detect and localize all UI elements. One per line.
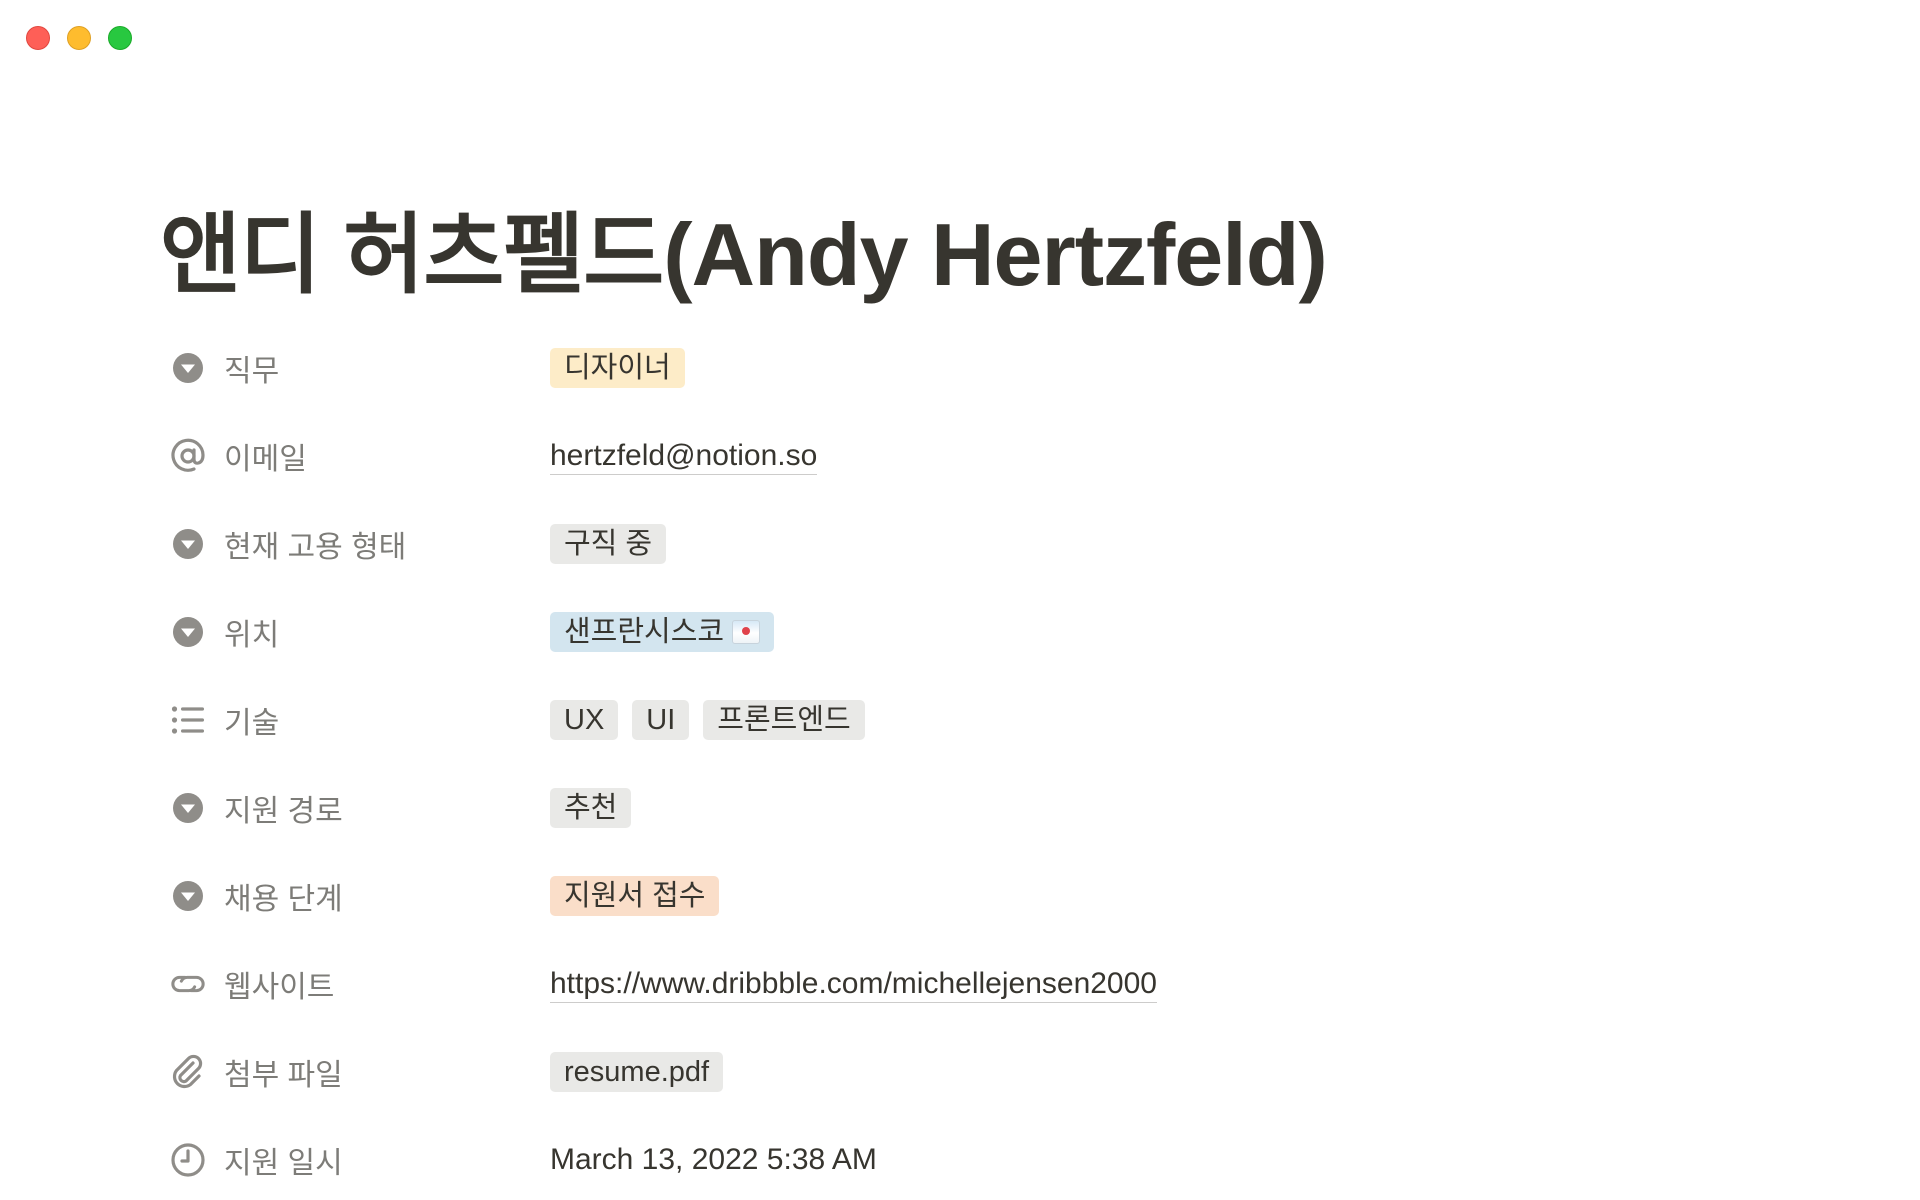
property-label[interactable]: 위치 <box>160 604 550 660</box>
property-label[interactable]: 웹사이트 <box>160 956 550 1012</box>
page-title[interactable]: 앤디 허츠펠드(Andy Hertzfeld) <box>160 200 1760 310</box>
property-value[interactable]: 추천 <box>550 788 632 828</box>
tag-skill[interactable]: 프론트엔드 <box>703 700 865 740</box>
property-row-attachment[interactable]: 첨부 파일 resume.pdf <box>160 1044 1760 1100</box>
property-label[interactable]: 기술 <box>160 692 550 748</box>
tag-skill[interactable]: UI <box>632 700 690 740</box>
tag-source[interactable]: 추천 <box>550 788 632 828</box>
bridge-image-icon <box>732 620 761 644</box>
website-link[interactable]: https://www.dribbble.com/michellejensen2… <box>550 966 1157 1003</box>
paperclip-icon <box>170 1054 206 1090</box>
property-row-email[interactable]: 이메일 hertzfeld@notion.so <box>160 428 1760 484</box>
window-controls <box>26 26 132 50</box>
property-label-text: 위치 <box>224 619 280 652</box>
property-value[interactable]: 샌프란시스코 <box>550 612 775 652</box>
property-row-website[interactable]: 웹사이트 https://www.dribbble.com/michelleje… <box>160 956 1760 1012</box>
clock-icon <box>170 1142 206 1178</box>
property-row-employment-status[interactable]: 현재 고용 형태 구직 중 <box>160 516 1760 572</box>
property-label[interactable]: 지원 경로 <box>160 780 550 836</box>
property-label-text: 기술 <box>224 707 280 740</box>
tag-skill[interactable]: UX <box>550 700 619 740</box>
property-value[interactable]: UX UI 프론트엔드 <box>550 700 865 740</box>
property-value: March 13, 2022 5:38 AM <box>550 1143 877 1177</box>
property-label-text: 웹사이트 <box>224 971 335 1004</box>
applied-time-value: March 13, 2022 5:38 AM <box>550 1143 877 1176</box>
page-content: 앤디 허츠펠드(Andy Hertzfeld) 직무 디자이너 이메일 hert… <box>160 200 1760 1180</box>
property-label[interactable]: 직무 <box>160 340 550 396</box>
property-label-text: 채용 단계 <box>224 883 343 916</box>
close-window-button[interactable] <box>26 26 50 50</box>
property-row-applied-time[interactable]: 지원 일시 March 13, 2022 5:38 AM <box>160 1132 1760 1188</box>
property-label[interactable]: 지원 일시 <box>160 1132 550 1188</box>
tag-hiring-stage[interactable]: 지원서 접수 <box>550 876 720 916</box>
property-label[interactable]: 이메일 <box>160 428 550 484</box>
select-icon <box>170 350 206 386</box>
property-row-location[interactable]: 위치 샌프란시스코 <box>160 604 1760 660</box>
email-link[interactable]: hertzfeld@notion.so <box>550 438 818 475</box>
property-label-text: 현재 고용 형태 <box>224 531 407 564</box>
select-icon <box>170 614 206 650</box>
property-label[interactable]: 현재 고용 형태 <box>160 516 550 572</box>
property-label-text: 직무 <box>224 355 280 388</box>
property-row-skills[interactable]: 기술 UX UI 프론트엔드 <box>160 692 1760 748</box>
property-value[interactable]: 구직 중 <box>550 524 667 564</box>
zoom-window-button[interactable] <box>108 26 132 50</box>
property-row-role[interactable]: 직무 디자이너 <box>160 340 1760 396</box>
multi-select-icon <box>170 702 206 738</box>
file-attachment[interactable]: resume.pdf <box>550 1052 724 1092</box>
select-icon <box>170 526 206 562</box>
select-icon <box>170 878 206 914</box>
property-value[interactable]: resume.pdf <box>550 1052 724 1092</box>
property-label[interactable]: 첨부 파일 <box>160 1044 550 1100</box>
tag-role[interactable]: 디자이너 <box>550 348 685 388</box>
property-label-text: 이메일 <box>224 443 307 476</box>
property-row-hiring-stage[interactable]: 채용 단계 지원서 접수 <box>160 868 1760 924</box>
property-value[interactable]: 지원서 접수 <box>550 876 720 916</box>
property-value[interactable]: https://www.dribbble.com/michellejensen2… <box>550 966 1157 1003</box>
link-icon <box>170 966 206 1002</box>
property-value[interactable]: 디자이너 <box>550 348 685 388</box>
select-icon <box>170 790 206 826</box>
at-sign-icon <box>170 438 206 474</box>
property-label-text: 지원 경로 <box>224 795 343 828</box>
tag-location-text: 샌프란시스코 <box>564 616 725 648</box>
property-label-text: 지원 일시 <box>224 1147 343 1180</box>
property-row-source[interactable]: 지원 경로 추천 <box>160 780 1760 836</box>
property-label-text: 첨부 파일 <box>224 1059 343 1092</box>
tag-location[interactable]: 샌프란시스코 <box>550 612 775 652</box>
tag-employment-status[interactable]: 구직 중 <box>550 524 667 564</box>
minimize-window-button[interactable] <box>67 26 91 50</box>
property-label[interactable]: 채용 단계 <box>160 868 550 924</box>
property-value[interactable]: hertzfeld@notion.so <box>550 438 818 475</box>
